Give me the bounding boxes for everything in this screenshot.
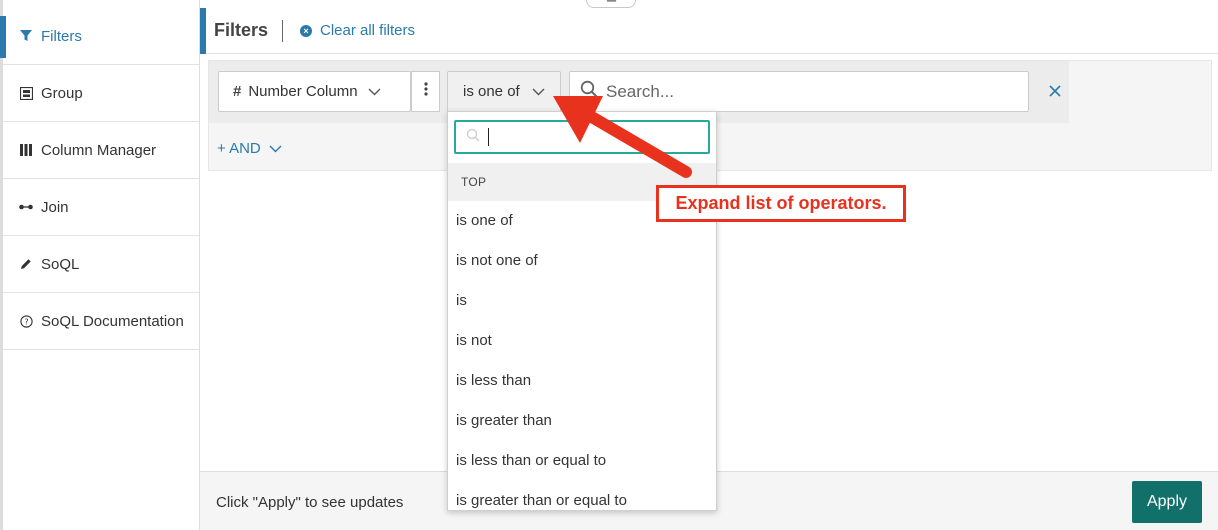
add-and-label: + AND — [217, 140, 261, 157]
sidebar-item-label: Group — [41, 84, 83, 102]
header-divider — [282, 20, 283, 42]
column-select[interactable]: # Number Column — [218, 71, 411, 112]
operator-select[interactable]: is one of — [447, 71, 561, 112]
operator-option-is-less-than[interactable]: is less than — [448, 361, 716, 401]
columns-icon — [19, 143, 33, 157]
kebab-icon — [423, 82, 428, 101]
sidebar-item-column-manager[interactable]: Column Manager — [3, 122, 199, 179]
help-circle-icon: ? — [19, 314, 33, 328]
sidebar-item-filters[interactable]: Filters — [0, 8, 199, 65]
add-and-condition-button[interactable]: + AND — [217, 140, 282, 157]
annotation-callout: Expand list of operators. — [656, 185, 906, 222]
text-caret — [488, 128, 489, 146]
number-type-icon: # — [233, 83, 242, 100]
column-options-button[interactable] — [411, 71, 440, 112]
operator-option-is-not-one-of[interactable]: is not one of — [448, 241, 716, 281]
clear-all-filters-label: Clear all filters — [320, 22, 416, 39]
sidebar-item-label: Join — [41, 198, 69, 216]
sidebar-item-soql-documentation[interactable]: ? SoQL Documentation — [3, 293, 199, 350]
operator-options: is one of is not one of is is not is les… — [448, 201, 716, 510]
sidebar-item-label: SoQL Documentation — [41, 312, 184, 330]
group-icon — [19, 86, 33, 100]
page-title: Filters — [214, 20, 269, 40]
clear-circle-icon: × — [300, 24, 312, 37]
sidebar-item-label: SoQL — [41, 255, 80, 273]
operator-option-is[interactable]: is — [448, 281, 716, 321]
funnel-icon — [19, 29, 33, 43]
filters-header: Filters × Clear all filters — [200, 8, 1218, 54]
sidebar: Filters Group Column Manager Join SoQL ?… — [0, 0, 200, 530]
chevron-down-icon — [368, 83, 381, 100]
column-select-label: Number Column — [248, 83, 358, 100]
remove-filter-close-icon[interactable] — [1047, 83, 1063, 99]
chevron-down-icon — [532, 83, 545, 100]
clear-all-filters-button[interactable]: × Clear all filters — [300, 22, 415, 39]
apply-hint-text: Click "Apply" to see updates — [216, 494, 404, 511]
operator-option-is-less-than-or-equal-to[interactable]: is less than or equal to — [448, 441, 716, 481]
apply-button[interactable]: Apply — [1132, 481, 1202, 523]
sidebar-item-group[interactable]: Group — [3, 65, 199, 122]
operator-select-label: is one of — [463, 83, 520, 100]
operator-option-is-greater-than[interactable]: is greater than — [448, 401, 716, 441]
operator-search-input[interactable] — [454, 120, 710, 154]
operator-dropdown: TOP is one of is not one of is is not is… — [447, 111, 717, 511]
join-icon — [19, 200, 33, 214]
chevron-down-icon — [269, 140, 282, 157]
value-search-input[interactable] — [606, 81, 1006, 102]
drag-handle[interactable]: ▪▪▪▪▪▪ — [586, 0, 636, 8]
svg-text:?: ? — [24, 317, 28, 326]
search-icon — [580, 80, 598, 103]
operator-option-is-greater-than-or-equal-to[interactable]: is greater than or equal to — [448, 481, 716, 510]
sidebar-item-join[interactable]: Join — [3, 179, 199, 236]
operator-option-is-not[interactable]: is not — [448, 321, 716, 361]
pencil-icon — [19, 257, 33, 271]
sidebar-item-label: Column Manager — [41, 141, 157, 159]
search-icon — [466, 128, 480, 147]
sidebar-item-label: Filters — [41, 27, 82, 45]
value-search-box — [569, 71, 1029, 112]
sidebar-item-soql[interactable]: SoQL — [3, 236, 199, 293]
header-accent — [200, 8, 206, 54]
